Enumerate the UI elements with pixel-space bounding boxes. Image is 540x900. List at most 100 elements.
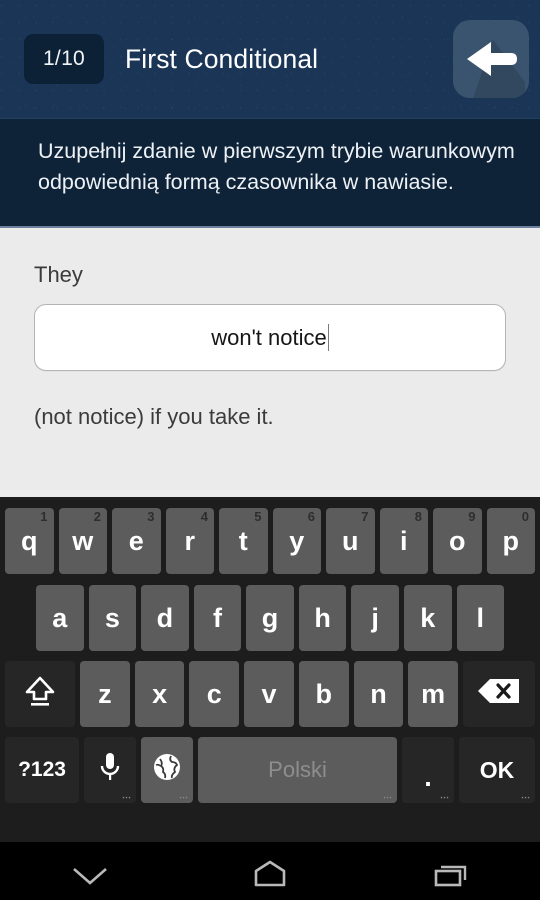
key-h[interactable]: h <box>298 585 347 651</box>
key-number-hint: 6 <box>307 509 315 524</box>
key-c[interactable]: c <box>189 661 240 727</box>
keyboard-row-1: q1w2e3r4t5y6u7i8o9p0 <box>3 502 537 580</box>
long-press-dots: ⋯ <box>122 792 132 802</box>
key-label: h <box>314 602 331 633</box>
shift-icon <box>20 671 60 718</box>
key-label: x <box>152 678 168 709</box>
symbols-key[interactable]: ?123 <box>5 737 79 803</box>
key-u[interactable]: u7 <box>326 508 375 574</box>
home-icon <box>242 855 298 900</box>
key-label: c <box>206 678 222 709</box>
key-q[interactable]: q1 <box>5 508 54 574</box>
key-label: r <box>184 525 195 556</box>
instruction-text: Uzupełnij zdanie w pierwszym trybie waru… <box>38 139 515 194</box>
progress-badge: 1/10 <box>24 34 104 84</box>
key-m[interactable]: m <box>408 661 459 727</box>
key-e[interactable]: e3 <box>112 508 161 574</box>
key-i[interactable]: i8 <box>379 508 428 574</box>
key-j[interactable]: j <box>351 585 399 651</box>
key-v[interactable]: v <box>244 661 294 727</box>
key-label: j <box>371 602 379 633</box>
answer-input[interactable]: won't notice <box>34 304 506 371</box>
key-label: s <box>104 602 120 633</box>
back-button[interactable] <box>453 20 529 98</box>
key-label: n <box>370 678 387 709</box>
key-s[interactable]: s <box>88 585 137 651</box>
key-d[interactable]: d <box>141 585 189 651</box>
keyboard-row-3: zxcvbnm <box>3 656 537 732</box>
key-p[interactable]: p0 <box>486 508 535 574</box>
key-number-hint: 8 <box>414 509 422 524</box>
key-number-hint: 5 <box>254 509 262 524</box>
key-l[interactable]: l <box>456 585 505 651</box>
chevron-down-icon <box>62 857 118 898</box>
key-number-hint: 0 <box>521 509 529 524</box>
hide-keyboard-button[interactable] <box>0 842 180 900</box>
sentence-suffix: (not notice) if you take it. <box>34 404 274 429</box>
long-press-dots: ⋯ <box>521 792 531 802</box>
key-label: e <box>128 525 144 556</box>
symbols-key-label: ?123 <box>18 758 66 781</box>
instruction-panel: Uzupełnij zdanie w pierwszym trybie waru… <box>0 118 540 228</box>
shift-key[interactable] <box>5 661 75 727</box>
keyboard-row-4: ?123 ⋯ ⋯ Polski ⋯ . ⋯ OK ⋯ <box>3 732 537 808</box>
key-b[interactable]: b <box>298 661 349 727</box>
key-number-hint: 9 <box>468 509 476 524</box>
language-switch-key[interactable]: ⋯ <box>141 737 193 803</box>
backspace-key[interactable] <box>463 661 535 727</box>
recent-apps-button[interactable] <box>360 842 540 900</box>
period-key[interactable]: . ⋯ <box>402 737 454 803</box>
key-label: u <box>342 525 359 556</box>
key-number-hint: 2 <box>93 509 101 524</box>
row2-keys: a s dfg h j kl <box>36 585 505 651</box>
key-label: q <box>21 525 38 556</box>
key-o[interactable]: o9 <box>433 508 482 574</box>
app-header: 1/10 First Conditional <box>0 0 540 118</box>
key-label: g <box>261 602 279 633</box>
key-label: y <box>289 525 305 556</box>
long-press-dots: ⋯ <box>383 792 393 802</box>
globe-icon <box>151 751 183 790</box>
long-press-dots: ⋯ <box>440 792 450 802</box>
key-number-hint: 3 <box>147 509 155 524</box>
recent-apps-icon <box>422 855 478 900</box>
key-k[interactable]: k <box>403 585 452 651</box>
voice-input-key[interactable]: ⋯ <box>84 737 136 803</box>
key-y[interactable]: y6 <box>272 508 321 574</box>
on-screen-keyboard: q1w2e3r4t5y6u7i8o9p0 asdfghjkl zxcvbnm ?… <box>0 497 540 842</box>
key-a[interactable]: a <box>36 585 84 651</box>
spacebar-key[interactable]: Polski ⋯ <box>198 737 397 803</box>
key-label: k <box>420 602 436 633</box>
row3-keys: zxcvbnm <box>80 661 459 727</box>
key-z[interactable]: z <box>80 661 130 727</box>
key-t[interactable]: t5 <box>219 508 268 574</box>
long-press-dots: ⋯ <box>179 792 189 802</box>
exercise-area: They won't notice (not notice) if you ta… <box>0 228 540 497</box>
key-number-hint: 7 <box>361 509 369 524</box>
key-label: m <box>421 678 446 709</box>
key-label: b <box>315 678 332 709</box>
microphone-icon <box>96 750 124 791</box>
key-w[interactable]: w2 <box>58 508 107 574</box>
key-label: i <box>399 525 408 556</box>
key-label: d <box>156 602 174 633</box>
backspace-icon <box>476 676 522 713</box>
key-f[interactable]: f <box>193 585 242 651</box>
app-root: 1/10 First Conditional Uzupełnij zdanie … <box>0 0 540 900</box>
key-n[interactable]: n <box>353 661 404 727</box>
home-button[interactable] <box>180 842 360 900</box>
key-g[interactable]: g <box>246 585 294 651</box>
key-x[interactable]: x <box>134 661 185 727</box>
ok-key-label: OK <box>479 756 515 783</box>
system-navigation-bar <box>0 842 540 900</box>
page-title: First Conditional <box>125 43 319 74</box>
keyboard-row-2: a s dfg h j kl <box>3 580 537 656</box>
key-label: a <box>52 602 68 633</box>
key-label: t <box>238 525 248 556</box>
keyboard-language-label: Polski <box>268 757 327 782</box>
key-r[interactable]: r4 <box>165 508 214 574</box>
answer-input-value: won't notice <box>211 324 327 350</box>
ok-key[interactable]: OK ⋯ <box>459 737 535 803</box>
key-label: z <box>98 678 112 709</box>
key-label: v <box>261 678 277 709</box>
